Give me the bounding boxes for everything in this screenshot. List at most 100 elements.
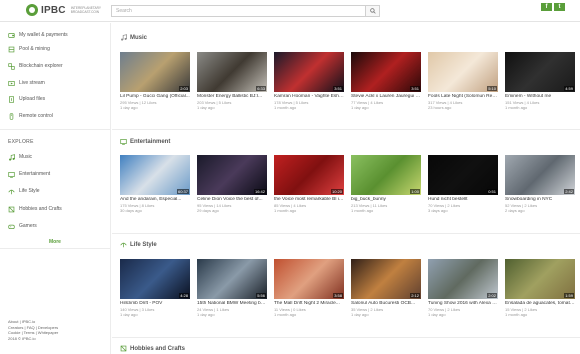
video-card[interactable]: 10:20 the Voice most remarkable Bl ind...… (274, 155, 344, 213)
sidebar-item-label: Upload files (19, 96, 46, 102)
video-card[interactable]: 60:37 And the andarain, Especial... 175 Vi… (120, 155, 190, 213)
sidebar-item-label: Entertainment (19, 171, 51, 177)
video-thumbnail[interactable]: 2:02 (428, 259, 498, 299)
video-age: 1 day ago (351, 312, 369, 317)
video-card[interactable]: 2:12 Salonul Auto Bucuresti OCB... 35 View… (351, 259, 421, 317)
section-title-text: Hobbies and Crafts (130, 345, 186, 352)
search-button[interactable] (365, 6, 379, 16)
facebook-icon[interactable]: f (541, 3, 552, 11)
explore-heading: EXPLORE (8, 139, 34, 145)
sidebar-item-gamers[interactable]: Gamers (8, 222, 37, 230)
video-duration: 2:03 (179, 86, 189, 91)
sidebar-item-entertainment[interactable]: Entertainment (8, 170, 50, 178)
video-thumbnail[interactable]: 1:59 (505, 259, 575, 299)
section-divider (112, 233, 580, 234)
video-age: 1 month ago (505, 312, 528, 317)
video-thumbnail[interactable]: 6:33 (197, 52, 267, 92)
logo-mark-icon (26, 4, 38, 16)
video-thumbnail[interactable]: 2:12 (351, 259, 421, 299)
sidebar-item-wallet[interactable]: My wallet & payments (8, 31, 68, 39)
video-card[interactable]: 2:02 Tuning Show 2016 with Alexa nder... 7… (428, 259, 498, 317)
lifestyle-icon (8, 188, 15, 195)
sidebar-item-label: My wallet & payments (19, 32, 68, 38)
video-thumbnail[interactable]: 3:51 (351, 52, 421, 92)
video-thumbnail[interactable]: 3:58 (274, 259, 344, 299)
video-age: 1 month ago (274, 208, 297, 213)
footer-copyright: 2018 © IPBC.io (8, 335, 36, 341)
video-duration: 60:37 (176, 189, 189, 194)
video-card[interactable]: 3:51 Stevie Ackl x Lauren Jauregui - All.… (351, 52, 421, 110)
sidebar-item-upload[interactable]: Upload files (8, 95, 45, 103)
video-card[interactable]: 0:51 Hund nicht bestellt 70 Views | 2 Like… (428, 155, 498, 213)
video-card[interactable]: 4:28 Hillclimb Drift - POV 140 Views | 3 L… (120, 259, 190, 317)
video-age: 1 month ago (274, 105, 297, 110)
video-age: 1 day ago (197, 312, 215, 317)
entertainment-icon (120, 138, 127, 145)
upload-icon (8, 95, 15, 103)
video-thumbnail[interactable]: 3:51 (274, 52, 344, 92)
top-header: IPBC INTEREPLANETARY BROADCAST.COIN f t (0, 0, 580, 22)
sidebar-item-label: Life Style (19, 188, 40, 194)
video-duration: 2:12 (410, 293, 420, 298)
video-card[interactable]: 1:59 Ensalada de aguacates, tomates y... 1… (505, 259, 575, 317)
video-duration: 2:42 (564, 189, 574, 194)
video-row-music: 2:03 Lil Pump - Gucci Gang (Official... 29… (120, 52, 578, 132)
video-thumbnail[interactable]: 2:42 (505, 155, 575, 195)
video-card[interactable]: 1:00 big_buck_bunny 213 Views | 11 Likes 1 … (351, 155, 421, 213)
video-duration: 6:33 (256, 86, 266, 91)
live-icon (8, 80, 15, 87)
video-age: 1 month ago (351, 208, 374, 213)
video-card[interactable]: 5:10Fools Late Night (Solomun Re mix)...… (428, 52, 498, 110)
sidebar-divider (0, 129, 111, 130)
sidebar-item-label: Remote control (19, 113, 53, 119)
sidebar-item-music[interactable]: Music (8, 153, 32, 161)
video-card[interactable]: 3:51Kamran Hooman - Vaghte Esh ghe...178… (274, 52, 344, 110)
video-card[interactable]: 4:59 Eminem - Without me 151 Views | 4 Lik… (505, 52, 575, 110)
section-title-lifestyle[interactable]: Life Style (120, 241, 157, 248)
video-thumbnail[interactable]: 4:28 (120, 259, 190, 299)
video-card[interactable]: 2:03 Lil Pump - Gucci Gang (Official... 29… (120, 52, 190, 110)
video-thumbnail[interactable]: 5:56 (197, 259, 267, 299)
video-card[interactable]: 5:5615th National BMW Meeting by BMW...2… (197, 259, 267, 317)
video-age: 1 day ago (120, 105, 138, 110)
video-thumbnail[interactable]: 0:51 (428, 155, 498, 195)
video-age: 1 day ago (197, 105, 215, 110)
video-card[interactable]: 16:42 Celine Dion Voice the best of... 95 … (197, 155, 267, 213)
video-duration: 3:51 (410, 86, 420, 91)
blockchain-icon (8, 62, 15, 70)
sidebar-item-pool[interactable]: Pool & mining (8, 45, 50, 53)
video-thumbnail[interactable]: 60:37 (120, 155, 190, 195)
section-title-hobbies[interactable]: Hobbies and Crafts (120, 345, 185, 352)
search-bar (111, 5, 380, 17)
sidebar-item-label: Gamers (19, 223, 37, 229)
section-title-music[interactable]: Music (120, 34, 147, 41)
main-content: Music 2:03 Lil Pump - Gucci Gang (Officia… (112, 23, 580, 354)
sidebar-item-lifestyle[interactable]: Life Style (8, 187, 40, 195)
video-thumbnail[interactable]: 2:03 (120, 52, 190, 92)
video-card[interactable]: 2:42 Snowboarding in NYC 52 Views | 2 Like… (505, 155, 575, 213)
search-input[interactable] (112, 6, 362, 16)
sidebar-item-label: Pool & mining (19, 46, 50, 52)
video-thumbnail[interactable]: 4:59 (505, 52, 575, 92)
more-link[interactable]: More (49, 239, 61, 245)
video-card[interactable]: 6:33 Monster Energy Ballistic BJ:I... 203 … (197, 52, 267, 110)
video-age: 1 month ago (505, 105, 528, 110)
sidebar-item-blockchain[interactable]: Blockchain explorer (8, 62, 63, 70)
sidebar-item-label: Live stream (19, 80, 45, 86)
video-card[interactable]: 3:58 The Mall Drift Night 2 Miracle... 11 … (274, 259, 344, 317)
music-icon (120, 34, 127, 41)
sidebar-item-remote[interactable]: Remote control (8, 112, 53, 120)
section-title-entertainment[interactable]: Entertainment (120, 138, 170, 145)
video-thumbnail[interactable]: 10:20 (274, 155, 344, 195)
sidebar-item-live[interactable]: Live stream (8, 79, 45, 87)
video-duration: 0:51 (487, 189, 497, 194)
sidebar-item-hobbies[interactable]: Hobbies and Crafts (8, 205, 62, 213)
entertainment-icon (8, 171, 15, 178)
video-thumbnail[interactable]: 5:10 (428, 52, 498, 92)
video-thumbnail[interactable]: 16:42 (197, 155, 267, 195)
site-logo[interactable]: IPBC INTEREPLANETARY BROADCAST.COIN (26, 4, 105, 16)
video-duration: 2:02 (487, 293, 497, 298)
section-title-text: Entertainment (130, 138, 171, 145)
video-thumbnail[interactable]: 1:00 (351, 155, 421, 195)
twitter-icon[interactable]: t (554, 3, 565, 11)
